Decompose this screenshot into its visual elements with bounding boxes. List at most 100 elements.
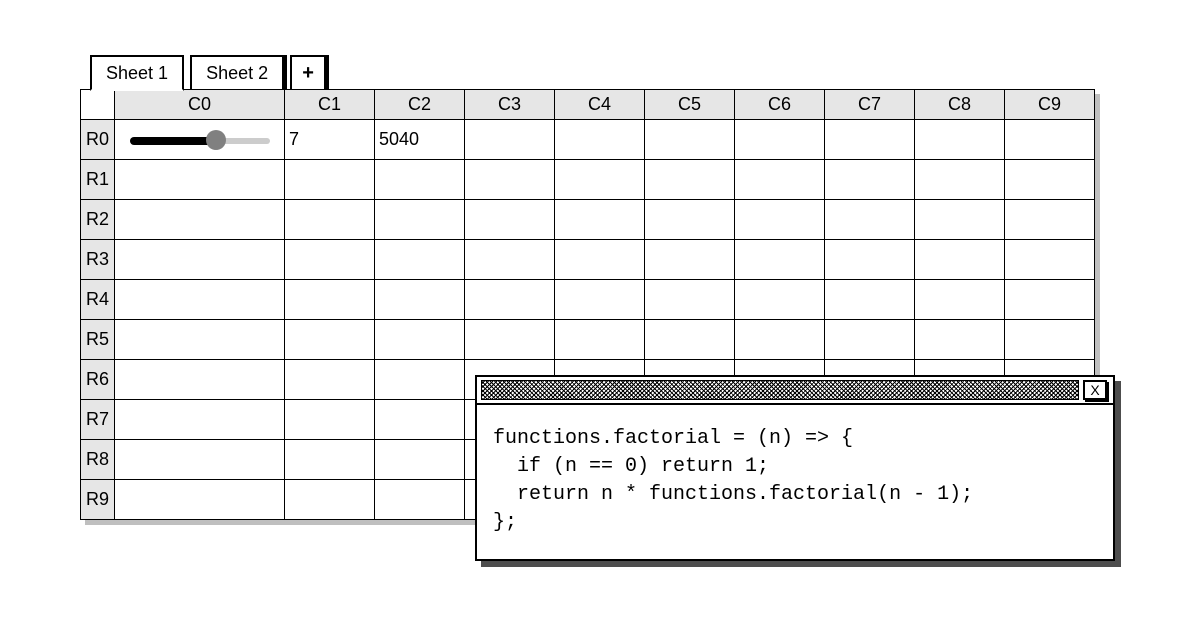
cell[interactable] [915,240,1005,280]
tab-sheet-1[interactable]: Sheet 1 [90,55,184,91]
cell[interactable] [375,280,465,320]
cell[interactable]: 5040 [375,120,465,160]
cell[interactable] [735,280,825,320]
col-header[interactable]: C9 [1005,90,1095,120]
panel-close-button[interactable]: X [1083,380,1107,400]
cell[interactable] [375,320,465,360]
cell[interactable] [735,120,825,160]
cell[interactable] [555,280,645,320]
cell[interactable] [465,240,555,280]
cell[interactable] [465,280,555,320]
cell[interactable] [465,160,555,200]
col-header[interactable]: C8 [915,90,1005,120]
cell[interactable] [285,240,375,280]
cell[interactable] [1005,200,1095,240]
slider-cell[interactable] [119,120,280,159]
cell[interactable] [115,360,285,400]
row-header[interactable]: R8 [81,440,115,480]
cell[interactable] [285,360,375,400]
cell[interactable] [915,200,1005,240]
row-header[interactable]: R1 [81,160,115,200]
col-header[interactable]: C0 [115,90,285,120]
cell[interactable] [115,200,285,240]
cell[interactable] [735,200,825,240]
cell[interactable]: 7 [285,120,375,160]
row-header[interactable]: R6 [81,360,115,400]
cell[interactable] [735,320,825,360]
cell[interactable] [1005,160,1095,200]
cell[interactable] [375,160,465,200]
cell[interactable] [645,120,735,160]
cell[interactable] [1005,280,1095,320]
cell[interactable] [285,320,375,360]
col-header[interactable]: C3 [465,90,555,120]
cell[interactable] [375,200,465,240]
cell[interactable] [555,240,645,280]
col-header[interactable]: C4 [555,90,645,120]
panel-titlebar[interactable]: X [477,377,1113,405]
cell[interactable] [375,240,465,280]
cell[interactable] [555,160,645,200]
row-header[interactable]: R5 [81,320,115,360]
code-editor[interactable]: functions.factorial = (n) => { if (n == … [477,405,1113,559]
cell[interactable] [375,480,465,520]
cell[interactable] [555,200,645,240]
cell[interactable] [825,280,915,320]
cell[interactable] [645,160,735,200]
titlebar-drag-handle[interactable] [481,380,1079,400]
cell[interactable] [465,200,555,240]
cell[interactable] [115,120,285,160]
row-header[interactable]: R3 [81,240,115,280]
cell[interactable] [735,240,825,280]
cell[interactable] [465,120,555,160]
tab-sheet-2[interactable]: Sheet 2 [190,55,284,91]
cell[interactable] [115,320,285,360]
col-header[interactable]: C5 [645,90,735,120]
col-header[interactable]: C7 [825,90,915,120]
cell[interactable] [1005,320,1095,360]
cell[interactable] [115,400,285,440]
col-header[interactable]: C1 [285,90,375,120]
cell[interactable] [555,120,645,160]
slider[interactable] [130,135,270,145]
cell[interactable] [645,280,735,320]
cell[interactable] [645,200,735,240]
row-header[interactable]: R4 [81,280,115,320]
slider-thumb[interactable] [206,130,226,150]
row-header[interactable]: R0 [81,120,115,160]
cell[interactable] [115,440,285,480]
col-header[interactable]: C2 [375,90,465,120]
cell[interactable] [825,200,915,240]
cell[interactable] [375,400,465,440]
cell[interactable] [285,440,375,480]
cell[interactable] [915,320,1005,360]
cell[interactable] [825,240,915,280]
cell[interactable] [375,360,465,400]
cell[interactable] [1005,120,1095,160]
cell[interactable] [825,320,915,360]
cell[interactable] [115,160,285,200]
cell[interactable] [645,320,735,360]
cell[interactable] [115,480,285,520]
cell[interactable] [555,320,645,360]
cell[interactable] [285,200,375,240]
cell[interactable] [735,160,825,200]
cell[interactable] [375,440,465,480]
cell[interactable] [825,160,915,200]
cell[interactable] [915,160,1005,200]
cell[interactable] [115,280,285,320]
cell[interactable] [645,240,735,280]
cell[interactable] [285,280,375,320]
cell[interactable] [115,240,285,280]
cell[interactable] [915,280,1005,320]
cell[interactable] [285,160,375,200]
row-header[interactable]: R2 [81,200,115,240]
cell[interactable] [1005,240,1095,280]
row-header[interactable]: R9 [81,480,115,520]
cell[interactable] [465,320,555,360]
cell[interactable] [825,120,915,160]
col-header[interactable]: C6 [735,90,825,120]
cell[interactable] [285,480,375,520]
cell[interactable] [285,400,375,440]
cell[interactable] [915,120,1005,160]
